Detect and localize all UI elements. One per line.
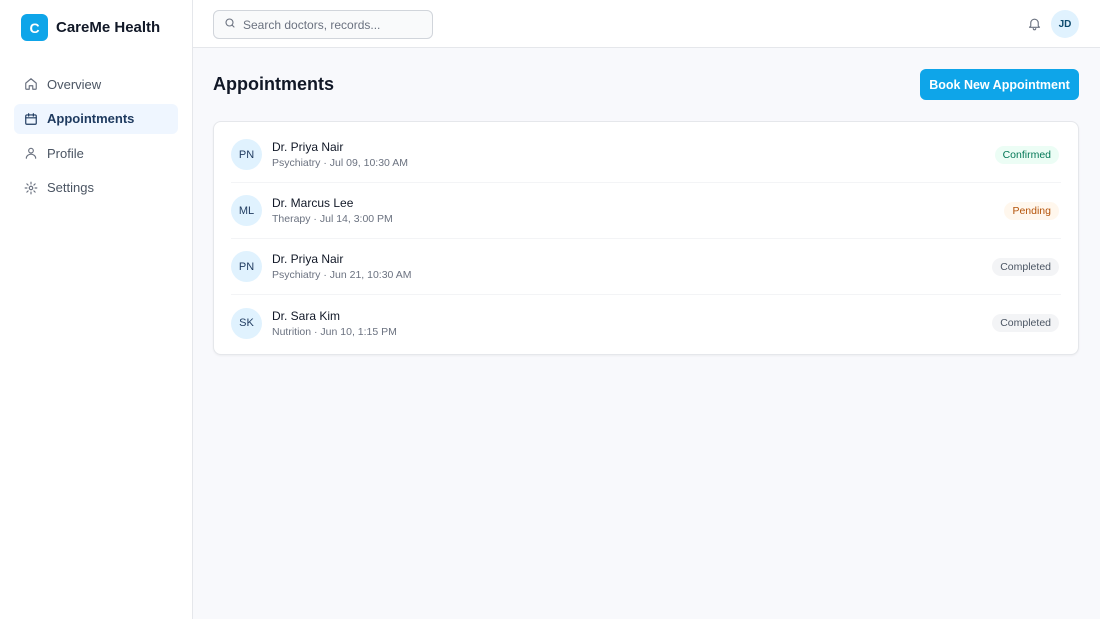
search-icon xyxy=(224,16,236,34)
appointment-info: Dr. Marcus Lee Therapy · Jul 14, 3:00 PM xyxy=(272,196,393,225)
doctor-name: Dr. Priya Nair xyxy=(272,140,344,154)
calendar-icon xyxy=(24,112,38,126)
doctor-name: Dr. Priya Nair xyxy=(272,252,344,266)
sidebar-item-label: Appointments xyxy=(47,111,135,126)
appointment-row[interactable]: SK Dr. Sara Kim Nutrition · Jun 10, 1:15… xyxy=(231,295,1061,351)
appointment-row[interactable]: PN Dr. Priya Nair Psychiatry · Jun 21, 1… xyxy=(231,239,1061,295)
search-input[interactable] xyxy=(243,17,423,32)
doctor-name: Dr. Marcus Lee xyxy=(272,196,354,210)
topbar: JD xyxy=(193,0,1100,48)
sidebar-item-profile[interactable]: Profile xyxy=(14,138,178,168)
doctor-name: Dr. Sara Kim xyxy=(272,308,341,323)
bell-icon[interactable] xyxy=(1025,14,1043,32)
page-title: Appointments xyxy=(213,74,334,94)
appointment-info: Dr. Priya Nair Psychiatry · Jun 21, 10:3… xyxy=(272,252,411,281)
appointment-info: Dr. Sara Kim Nutrition · Jun 10, 1:15 PM xyxy=(272,309,397,338)
book-appointment-button[interactable]: Book New Appointment xyxy=(920,69,1079,100)
sidebar: C CareMe Health Overview Appointments Pr… xyxy=(0,0,193,619)
user-icon xyxy=(24,146,38,160)
user-avatar[interactable]: JD xyxy=(1051,10,1079,38)
sidebar-item-appointments[interactable]: Appointments xyxy=(14,103,178,134)
doctor-avatar: PN xyxy=(231,139,262,170)
appointment-meta: Psychiatry · Jun 21, 10:30 AM xyxy=(272,269,412,281)
appointment-meta: Psychiatry · Jul 09, 10:30 AM xyxy=(272,157,408,169)
doctor-avatar: SK xyxy=(231,307,262,339)
status-badge: Confirmed xyxy=(994,146,1059,164)
brand-logo: C xyxy=(21,14,48,41)
search-box[interactable] xyxy=(213,10,433,39)
sidebar-item-settings[interactable]: Settings xyxy=(14,173,178,203)
sidebar-item-label: Settings xyxy=(47,180,94,195)
appointment-info: Dr. Priya Nair Psychiatry · Jul 09, 10:3… xyxy=(272,140,408,169)
doctor-avatar: ML xyxy=(231,195,262,226)
gear-icon xyxy=(24,181,38,195)
sidebar-item-label: Profile xyxy=(47,145,84,161)
sidebar-item-overview[interactable]: Overview xyxy=(14,69,178,99)
status-badge: Completed xyxy=(992,258,1059,276)
status-badge: Pending xyxy=(1004,202,1059,220)
appointment-meta: Therapy · Jul 14, 3:00 PM xyxy=(272,213,393,225)
home-icon xyxy=(24,77,38,91)
appointment-row[interactable]: ML Dr. Marcus Lee Therapy · Jul 14, 3:00… xyxy=(231,183,1061,239)
sidebar-nav: Overview Appointments Profile Settings xyxy=(14,69,178,207)
status-badge: Completed xyxy=(992,314,1059,332)
appointment-row[interactable]: PN Dr. Priya Nair Psychiatry · Jul 09, 1… xyxy=(231,127,1061,183)
doctor-avatar: PN xyxy=(231,251,262,282)
appointment-meta: Nutrition · Jun 10, 1:15 PM xyxy=(272,325,397,338)
appointments-list: PN Dr. Priya Nair Psychiatry · Jul 09, 1… xyxy=(213,121,1079,355)
sidebar-item-label: Overview xyxy=(47,76,102,92)
brand[interactable]: C CareMe Health xyxy=(21,14,160,41)
brand-name: CareMe Health xyxy=(56,19,161,36)
